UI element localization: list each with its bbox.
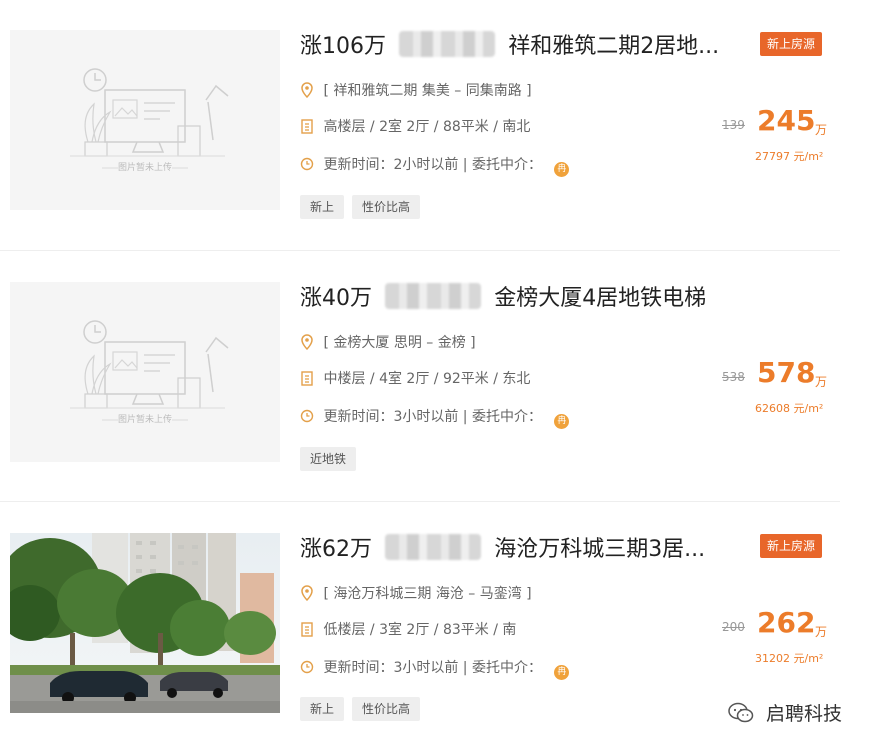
clock-icon bbox=[300, 157, 314, 171]
new-listing-badge: 新上房源 bbox=[760, 534, 822, 558]
listing-name[interactable]: 金榜大厦4居地铁电梯 bbox=[494, 286, 706, 311]
update-text: 更新时间：3小时以前 | 委托中介： bbox=[323, 409, 542, 425]
price-rise-label: 涨106万 bbox=[300, 34, 386, 59]
total-price: 578 bbox=[757, 356, 816, 389]
divider bbox=[0, 250, 840, 251]
blurred-text bbox=[385, 534, 482, 560]
tag-list: 新上 性价比高 bbox=[300, 195, 428, 219]
tag: 新上 bbox=[300, 195, 345, 219]
update-text: 更新时间：2小时以前 | 委托中介： bbox=[323, 157, 542, 173]
update-text: 更新时间：3小时以前 | 委托中介： bbox=[323, 660, 542, 676]
unit-price: 31202 元/m² bbox=[755, 652, 824, 665]
location-text[interactable]: [ 金榜大厦 思明 – 金榜 ] bbox=[323, 335, 475, 351]
price-unit: 万 bbox=[815, 375, 828, 389]
listing-name[interactable]: 海沧万科城三期3居... bbox=[494, 537, 705, 562]
listing-card[interactable]: 图片暂未上传 涨106万 祥和雅筑二期2居地... 新上房源 [ 祥和雅筑二期 … bbox=[0, 0, 879, 250]
location-line[interactable]: [ 金榜大厦 思明 – 金榜 ] bbox=[300, 333, 476, 353]
total-price: 245 bbox=[757, 104, 816, 137]
old-price: 538 bbox=[722, 370, 745, 384]
price-unit: 万 bbox=[815, 625, 828, 639]
listing-title[interactable]: 涨62万 海沧万科城三期3居... bbox=[300, 531, 750, 567]
building-icon bbox=[301, 371, 313, 386]
tag: 性价比高 bbox=[352, 195, 421, 219]
image-placeholder-illustration bbox=[10, 30, 280, 210]
blurred-text bbox=[399, 31, 496, 57]
wechat-icon bbox=[728, 702, 754, 723]
update-line: 更新时间：2小时以前 | 委托中介： 冉 bbox=[300, 155, 570, 177]
placeholder-caption: 图片暂未上传 bbox=[117, 415, 172, 425]
agent-badge[interactable]: 冉 bbox=[554, 414, 570, 429]
listing-name[interactable]: 祥和雅筑二期2居地... bbox=[508, 34, 719, 59]
specs-text: 中楼层 / 4室 2厅 / 92平米 / 东北 bbox=[323, 371, 531, 387]
building-icon bbox=[301, 119, 313, 134]
location-pin-icon bbox=[301, 334, 313, 350]
price-rise-label: 涨40万 bbox=[300, 286, 372, 311]
listing-photo bbox=[10, 533, 280, 713]
tag: 近地铁 bbox=[300, 447, 357, 471]
building-icon bbox=[301, 622, 313, 637]
price-unit: 万 bbox=[815, 123, 828, 137]
tag: 新上 bbox=[300, 697, 345, 721]
watermark-text: 启聘科技 bbox=[766, 703, 843, 725]
agent-badge[interactable]: 冉 bbox=[554, 665, 570, 680]
total-price: 262 bbox=[757, 606, 816, 639]
price-rise-label: 涨62万 bbox=[300, 537, 372, 562]
tag-list: 新上 性价比高 bbox=[300, 697, 428, 721]
location-line[interactable]: [ 海沧万科城三期 海沧 – 马銮湾 ] bbox=[300, 584, 532, 604]
unit-price: 62608 元/m² bbox=[755, 402, 824, 415]
listing-thumbnail[interactable] bbox=[10, 533, 280, 713]
new-listing-badge: 新上房源 bbox=[760, 32, 822, 56]
location-pin-icon bbox=[301, 585, 313, 601]
update-line: 更新时间：3小时以前 | 委托中介： 冉 bbox=[300, 658, 570, 680]
tag-list: 近地铁 bbox=[300, 447, 364, 471]
location-line[interactable]: [ 祥和雅筑二期 集美 – 同集南路 ] bbox=[300, 81, 532, 101]
location-text[interactable]: [ 祥和雅筑二期 集美 – 同集南路 ] bbox=[323, 83, 531, 99]
placeholder-caption: 图片暂未上传 bbox=[117, 163, 172, 173]
location-text[interactable]: [ 海沧万科城三期 海沧 – 马銮湾 ] bbox=[323, 586, 531, 602]
listing-title[interactable]: 涨106万 祥和雅筑二期2居地... bbox=[300, 28, 750, 64]
old-price: 200 bbox=[722, 620, 745, 634]
clock-icon bbox=[300, 409, 314, 423]
tag: 性价比高 bbox=[352, 697, 421, 721]
divider bbox=[0, 501, 840, 502]
old-price: 139 bbox=[722, 118, 745, 132]
listing-card[interactable]: 图片暂未上传 涨40万 金榜大厦4居地铁电梯 [ 金榜大厦 思明 – 金榜 ] … bbox=[0, 252, 879, 502]
specs-line: 低楼层 / 3室 2厅 / 83平米 / 南 bbox=[300, 620, 516, 640]
unit-price: 27797 元/m² bbox=[755, 150, 824, 163]
specs-text: 高楼层 / 2室 2厅 / 88平米 / 南北 bbox=[323, 119, 531, 135]
listing-title[interactable]: 涨40万 金榜大厦4居地铁电梯 bbox=[300, 280, 750, 316]
location-pin-icon bbox=[301, 82, 313, 98]
specs-text: 低楼层 / 3室 2厅 / 83平米 / 南 bbox=[323, 622, 517, 638]
clock-icon bbox=[300, 660, 314, 674]
listing-thumbnail[interactable]: 图片暂未上传 bbox=[10, 30, 280, 210]
specs-line: 中楼层 / 4室 2厅 / 92平米 / 东北 bbox=[300, 369, 530, 389]
blurred-text bbox=[385, 283, 482, 309]
watermark: 启聘科技 bbox=[728, 702, 842, 726]
image-placeholder-illustration bbox=[10, 282, 280, 462]
specs-line: 高楼层 / 2室 2厅 / 88平米 / 南北 bbox=[300, 117, 530, 137]
agent-badge[interactable]: 冉 bbox=[554, 162, 570, 177]
listing-thumbnail[interactable]: 图片暂未上传 bbox=[10, 282, 280, 462]
update-line: 更新时间：3小时以前 | 委托中介： 冉 bbox=[300, 407, 570, 429]
